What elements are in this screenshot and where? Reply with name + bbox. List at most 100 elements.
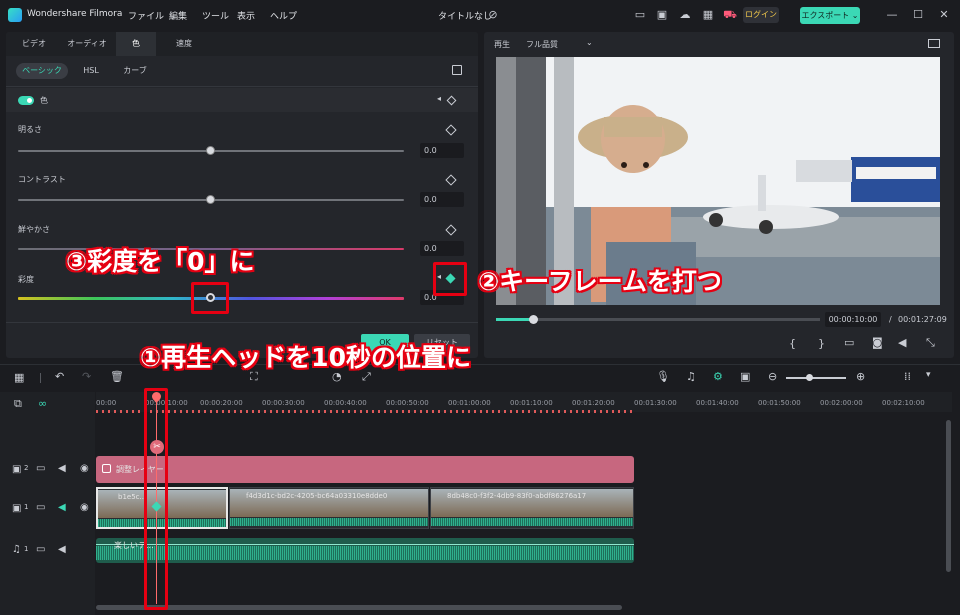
- grid-icon[interactable]: ⁞⁞: [904, 370, 911, 383]
- property-tabs: ビデオ オーディオ 色 速度: [6, 32, 478, 56]
- mute-icon[interactable]: ◀: [58, 502, 66, 513]
- color-section-header: 色 ◂: [6, 88, 478, 112]
- keyframe-add-icon[interactable]: [445, 224, 457, 236]
- subtitle-icon[interactable]: ▣: [740, 370, 750, 383]
- menu-view[interactable]: 表示: [237, 9, 255, 22]
- vertical-scrollbar[interactable]: [946, 420, 951, 572]
- clip-waveform: [230, 518, 428, 526]
- slider-knob[interactable]: [206, 146, 215, 155]
- value-field[interactable]: 0.0: [420, 192, 464, 207]
- annotation-step3: ③彩度を「0」に: [66, 247, 255, 276]
- delete-icon[interactable]: 🗑: [110, 370, 124, 383]
- track-header-1: ▣ 1 ▭ ◀ ◉: [0, 494, 95, 524]
- color-toggle[interactable]: [18, 96, 34, 105]
- subtab-curve[interactable]: カーブ: [120, 63, 150, 79]
- add-track-icon[interactable]: ⧉: [14, 397, 22, 411]
- ruler-label: 00:00:30:00: [262, 399, 305, 407]
- speaker-icon[interactable]: ◀: [58, 463, 66, 474]
- fullscreen-icon[interactable]: ⤡: [926, 336, 935, 350]
- track-number: 2: [24, 464, 29, 472]
- ruler-label: 00:01:10:00: [510, 399, 553, 407]
- video-clip[interactable]: 8db48c0-f3f2-4db9-83f0-abdf86276a17: [430, 487, 634, 529]
- ruler-label: 00:00:50:00: [386, 399, 429, 407]
- value-field[interactable]: 0.0: [420, 143, 464, 158]
- prev-keyframe-icon[interactable]: ◂: [437, 272, 441, 281]
- volume-icon[interactable]: ◀: [898, 336, 906, 349]
- menu-edit[interactable]: 編集: [169, 9, 187, 22]
- playback-progress-track[interactable]: [496, 318, 820, 321]
- camera-icon[interactable]: ◙: [872, 336, 883, 349]
- eye-icon[interactable]: ◉: [80, 502, 89, 513]
- zoom-slider-knob[interactable]: [806, 374, 813, 381]
- music-icon: ♫: [12, 544, 21, 555]
- minimize-icon[interactable]: —: [884, 8, 900, 22]
- tab-video[interactable]: ビデオ: [14, 32, 54, 56]
- cloud-upload-icon[interactable]: ☁: [677, 8, 693, 22]
- undo-icon[interactable]: ↶: [55, 370, 64, 383]
- track-header-audio: ♫ 1 ▭ ◀: [0, 540, 95, 560]
- mark-in-icon[interactable]: {: [789, 337, 796, 350]
- subtab-basic[interactable]: ベーシック: [16, 63, 68, 79]
- monitor-icon[interactable]: ▭: [632, 8, 648, 22]
- folder-icon[interactable]: ▭: [36, 463, 45, 474]
- tab-audio[interactable]: オーディオ: [62, 32, 112, 56]
- cloud-sync-icon[interactable]: ⊘: [485, 8, 501, 22]
- menu-help[interactable]: ヘルプ: [270, 9, 297, 22]
- value-field[interactable]: 0.0: [420, 241, 464, 256]
- ruler-range-mark: [96, 410, 634, 413]
- cart-icon[interactable]: ⛟: [722, 8, 738, 22]
- export-button[interactable]: エクスポート ⌄: [800, 7, 860, 24]
- link-icon[interactable]: ∞: [38, 397, 47, 410]
- audio-mix-icon[interactable]: ♫: [686, 370, 696, 383]
- snapshot-view-icon[interactable]: [928, 39, 940, 48]
- eye-icon[interactable]: ◉: [80, 463, 89, 474]
- zoom-out-icon[interactable]: ⊖: [768, 370, 777, 383]
- current-time[interactable]: 00:00:10:00: [825, 312, 881, 327]
- save-icon[interactable]: ▣: [654, 8, 670, 22]
- adjustment-layer-clip[interactable]: 調整レイヤー: [96, 456, 634, 483]
- audio-clip[interactable]: 楽しいテ...: [96, 538, 634, 563]
- total-time: 00:01:27:09: [898, 315, 947, 324]
- ai-icon[interactable]: ⚙: [713, 370, 723, 383]
- menu-tools[interactable]: ツール: [202, 9, 229, 22]
- layout-icon[interactable]: ▦: [14, 371, 24, 384]
- chevron-down-icon[interactable]: ⌄: [586, 38, 593, 47]
- playback-progress-knob[interactable]: [529, 315, 539, 324]
- quality-dropdown[interactable]: フル品質: [526, 39, 558, 50]
- tab-color[interactable]: 色: [116, 32, 156, 56]
- clip-waveform: [431, 518, 633, 526]
- ruler-label: 00:01:30:00: [634, 399, 677, 407]
- login-button[interactable]: ログイン: [743, 7, 779, 23]
- speaker-icon[interactable]: ◀: [58, 544, 66, 555]
- track-number: 1: [24, 545, 29, 553]
- keyframe-icon[interactable]: [446, 95, 457, 106]
- subtab-hsl[interactable]: HSL: [76, 63, 106, 79]
- prev-keyframe-icon[interactable]: ◂: [437, 94, 441, 103]
- chevron-down-icon[interactable]: ▾: [926, 370, 931, 380]
- maximize-icon[interactable]: ☐: [910, 8, 926, 22]
- video-clip[interactable]: f4d3d1c-bd2c-4205-bc64a03310e8dde0: [229, 487, 429, 529]
- playhead-highlight-box: [144, 388, 168, 610]
- slider-label: 鮮やかさ: [18, 225, 50, 234]
- slider-knob[interactable]: [206, 195, 215, 204]
- menu-file[interactable]: ファイル: [128, 9, 164, 22]
- save-preset-icon[interactable]: [452, 65, 462, 75]
- playback-label: 再生: [494, 40, 510, 49]
- mic-icon[interactable]: 🎙: [656, 370, 670, 383]
- gift-icon[interactable]: ▦: [700, 8, 716, 22]
- horizontal-scrollbar[interactable]: [96, 605, 622, 610]
- keyframe-add-icon[interactable]: [445, 124, 457, 136]
- redo-icon[interactable]: ↷: [82, 370, 91, 383]
- zoom-slider[interactable]: [786, 377, 846, 379]
- folder-icon[interactable]: ▭: [36, 544, 45, 555]
- ruler-label: 00:02:00:00: [820, 399, 863, 407]
- keyframe-add-icon[interactable]: [445, 174, 457, 186]
- tab-speed[interactable]: 速度: [164, 32, 204, 56]
- close-icon[interactable]: ✕: [936, 8, 952, 22]
- zoom-in-icon[interactable]: ⊕: [856, 370, 865, 383]
- folder-icon[interactable]: ▭: [36, 502, 45, 513]
- mark-out-icon[interactable]: }: [818, 337, 825, 350]
- video-track-icon: ▣: [12, 464, 22, 475]
- track-header-2: ▣ 2 ▭ ◀ ◉: [0, 456, 95, 482]
- display-icon[interactable]: ▭: [844, 336, 854, 349]
